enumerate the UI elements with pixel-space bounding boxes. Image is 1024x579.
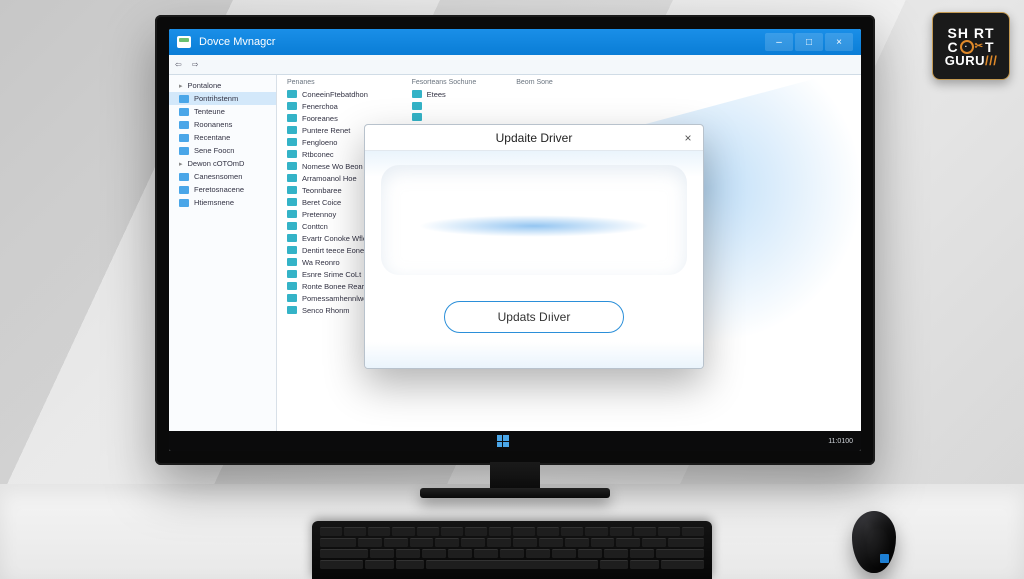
list-item[interactable]: Nomese Wo Beon	[287, 160, 372, 172]
monitor-frame: Dovce Mvnagcr – □ × ⇦ ⇨ ▸PontalonePontri…	[155, 15, 875, 465]
list-item[interactable]: Dentirt teece Eone	[287, 244, 372, 256]
taskbar-time: 11:0100	[828, 438, 853, 445]
update-driver-button[interactable]: Updats Dıiver	[444, 301, 624, 333]
list-item[interactable]: Fooreanes	[287, 112, 372, 124]
list-item[interactable]: Etees	[412, 88, 477, 100]
window-titlebar[interactable]: Dovce Mvnagcr – □ ×	[169, 29, 861, 55]
folder-icon	[179, 147, 189, 155]
folder-icon	[287, 174, 297, 182]
folder-icon	[179, 121, 189, 129]
sidebar-group[interactable]: ▸Pontalone	[169, 79, 276, 92]
sidebar-item[interactable]: Tenteune	[169, 105, 276, 118]
list-item[interactable]: Evartr Conoke Wflo	[287, 232, 372, 244]
folder-icon	[179, 134, 189, 142]
sidebar-group[interactable]: ▸Dewon cOTOmD	[169, 157, 276, 170]
dialog-title: Updaite Driver	[496, 131, 573, 145]
sidebar-item[interactable]: Feretosnacene	[169, 183, 276, 196]
toolbar: ⇦ ⇨	[169, 55, 861, 75]
toolbar-back-icon[interactable]: ⇦	[175, 60, 182, 69]
brand-line2: C·✂T	[947, 40, 994, 54]
toolbar-forward-icon[interactable]: ⇨	[192, 60, 199, 69]
minimize-button[interactable]: –	[765, 33, 793, 51]
window-title: Dovce Mvnagcr	[199, 36, 275, 48]
brand-line3: GURU///	[945, 54, 998, 67]
keyboard	[312, 521, 712, 579]
brand-line1: SH RT	[948, 26, 995, 40]
list-item[interactable]: Arramoanol Hoe	[287, 172, 372, 184]
sidebar-item[interactable]: Canesnsomen	[169, 170, 276, 183]
brand-watermark: SH RT C·✂T GURU///	[932, 12, 1010, 80]
close-button[interactable]: ×	[825, 33, 853, 51]
folder-icon	[179, 95, 189, 103]
list-item[interactable]: Pretennoy	[287, 208, 372, 220]
list-item[interactable]: Conttcn	[287, 220, 372, 232]
folder-icon	[412, 113, 422, 121]
folder-icon	[287, 114, 297, 122]
list-item[interactable]: Teonnbaree	[287, 184, 372, 196]
list-item[interactable]	[412, 111, 477, 122]
list-item[interactable]: Ronte Bonee Reare	[287, 280, 372, 292]
list-item[interactable]	[412, 100, 477, 111]
list-item[interactable]: Senco Rhonm	[287, 304, 372, 316]
folder-icon	[412, 90, 422, 98]
folder-icon	[179, 173, 189, 181]
folder-icon	[412, 102, 422, 110]
list-item[interactable]: ConeeinFtebatdhon	[287, 88, 372, 100]
folder-icon	[287, 306, 297, 314]
folder-icon	[287, 162, 297, 170]
list-item[interactable]: Wa Reonro	[287, 256, 372, 268]
folder-icon	[287, 138, 297, 146]
folder-icon	[287, 210, 297, 218]
folder-icon	[287, 90, 297, 98]
folder-icon	[287, 258, 297, 266]
folder-icon	[287, 294, 297, 302]
sidebar-item[interactable]: Sene Foocn	[169, 144, 276, 157]
list-item[interactable]: Fengloeno	[287, 136, 372, 148]
target-icon: ·	[960, 40, 974, 54]
list-item[interactable]: Fenerchoa	[287, 100, 372, 112]
sidebar-item[interactable]: Htiemsnene	[169, 196, 276, 209]
monitor-base	[420, 488, 610, 498]
column-header: Beom Sone	[516, 79, 553, 88]
folder-icon	[179, 108, 189, 116]
folder-icon	[287, 270, 297, 278]
folder-icon	[287, 282, 297, 290]
list-item[interactable]: Esnre Srime CoLt	[287, 268, 372, 280]
column-header: Fesorteans Sochune	[412, 79, 477, 88]
maximize-button[interactable]: □	[795, 33, 823, 51]
column-header: Penanes	[287, 79, 372, 88]
folder-icon	[287, 234, 297, 242]
list-item[interactable]: Beret Coice	[287, 196, 372, 208]
folder-icon	[287, 222, 297, 230]
drive-icon	[177, 36, 191, 48]
folder-icon	[287, 246, 297, 254]
sidebar-item[interactable]: Roonanens	[169, 118, 276, 131]
dialog-illustration	[381, 165, 687, 275]
taskbar[interactable]: 11:0100	[169, 431, 861, 451]
screen: Dovce Mvnagcr – □ × ⇦ ⇨ ▸PontalonePontri…	[169, 29, 861, 451]
folder-icon	[287, 186, 297, 194]
dialog-titlebar[interactable]: Updaite Driver ×	[365, 125, 703, 151]
sidebar-item[interactable]: Recentane	[169, 131, 276, 144]
list-item[interactable]: Pomessamhennlwon	[287, 292, 372, 304]
scissors-icon: ✂	[975, 42, 984, 52]
folder-icon	[179, 199, 189, 207]
windows-start-icon[interactable]	[497, 435, 509, 447]
folder-icon	[287, 198, 297, 206]
sidebar-item[interactable]: Pontrihstenm	[169, 92, 276, 105]
list-item[interactable]: Puntere Renet	[287, 124, 372, 136]
sidebar: ▸PontalonePontrihstenmTenteuneRoonanensR…	[169, 75, 277, 437]
folder-icon	[287, 126, 297, 134]
update-driver-dialog: Updaite Driver × Updats Dıiver	[364, 124, 704, 369]
folder-icon	[287, 150, 297, 158]
dialog-close-icon[interactable]: ×	[679, 129, 697, 147]
list-item[interactable]: Rtbconec	[287, 148, 372, 160]
folder-icon	[287, 102, 297, 110]
folder-icon	[179, 186, 189, 194]
